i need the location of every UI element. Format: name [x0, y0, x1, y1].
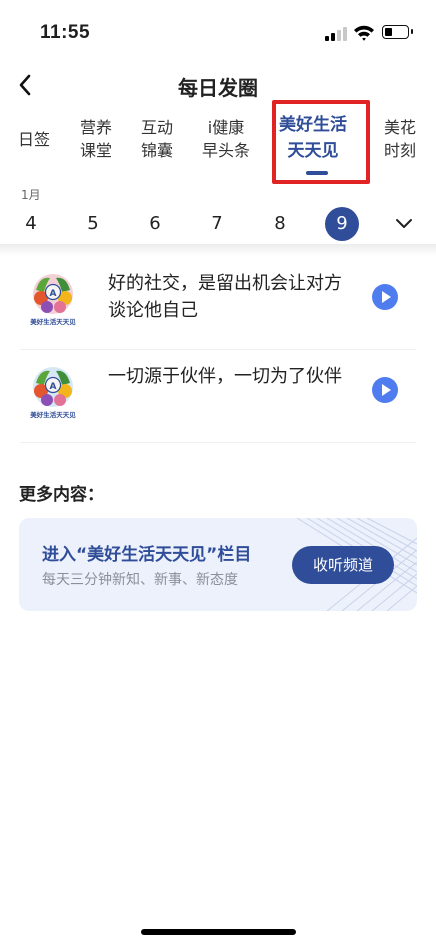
- play-icon[interactable]: [372, 284, 398, 310]
- channel-banner[interactable]: 进入“美好生活天天见”栏目 每天三分钟新知、新事、新态度 收听频道: [19, 518, 417, 611]
- date-bar-shadow: [0, 244, 436, 256]
- item-text: 好的社交，是留出机会让对方谈论他自己: [108, 273, 342, 321]
- divider: [20, 349, 416, 350]
- day-8[interactable]: 8: [263, 213, 297, 235]
- tab-daily-sign[interactable]: 日签: [18, 128, 50, 151]
- page-title: 每日发圈: [178, 76, 258, 100]
- good-life-logo-thumbnail: A 美好生活天天见: [30, 367, 76, 419]
- svg-text:美好生活天天见: 美好生活天天见: [30, 317, 76, 326]
- play-icon[interactable]: [372, 377, 398, 403]
- chevron-down-icon[interactable]: [394, 214, 414, 234]
- signal-icon: [325, 27, 347, 41]
- list-item[interactable]: A 美好生活天天见 一切源于伙伴，一切为了伙伴: [20, 351, 416, 443]
- tab-health-headlines[interactable]: i健康 早头条: [202, 116, 250, 162]
- status-bar: 11:55: [0, 0, 436, 60]
- month-label: 1月: [21, 188, 41, 202]
- banner-title: 进入“美好生活天天见”栏目: [42, 545, 252, 565]
- more-content-heading: 更多内容：: [19, 485, 104, 505]
- item-text: 一切源于伙伴，一切为了伙伴: [108, 366, 342, 387]
- list-item[interactable]: A 美好生活天天见 好的社交，是留出机会让对方谈论他自己: [20, 258, 416, 350]
- tab-nutrition-class[interactable]: 营养 课堂: [80, 116, 112, 162]
- day-6[interactable]: 6: [138, 213, 172, 235]
- svg-text:美好生活天天见: 美好生活天天见: [30, 410, 76, 419]
- day-4[interactable]: 4: [14, 213, 48, 235]
- tab-interactive-tips[interactable]: 互动 锦囊: [141, 116, 173, 162]
- tab-meihua-moment[interactable]: 美花 时刻: [384, 116, 416, 162]
- battery-icon: [382, 25, 413, 39]
- svg-text:A: A: [50, 289, 57, 299]
- divider: [20, 442, 416, 443]
- banner-subtitle: 每天三分钟新知、新事、新态度: [42, 572, 238, 588]
- day-7[interactable]: 7: [200, 213, 234, 235]
- home-indicator: [141, 929, 296, 935]
- day-5[interactable]: 5: [76, 213, 110, 235]
- wifi-icon: [354, 25, 374, 41]
- listen-channel-button[interactable]: 收听频道: [292, 546, 394, 584]
- highlight-box: [272, 100, 370, 184]
- status-time: 11:55: [40, 22, 91, 43]
- svg-text:A: A: [50, 382, 57, 392]
- good-life-logo-thumbnail: A 美好生活天天见: [30, 274, 76, 326]
- day-9-selected[interactable]: 9: [325, 207, 359, 241]
